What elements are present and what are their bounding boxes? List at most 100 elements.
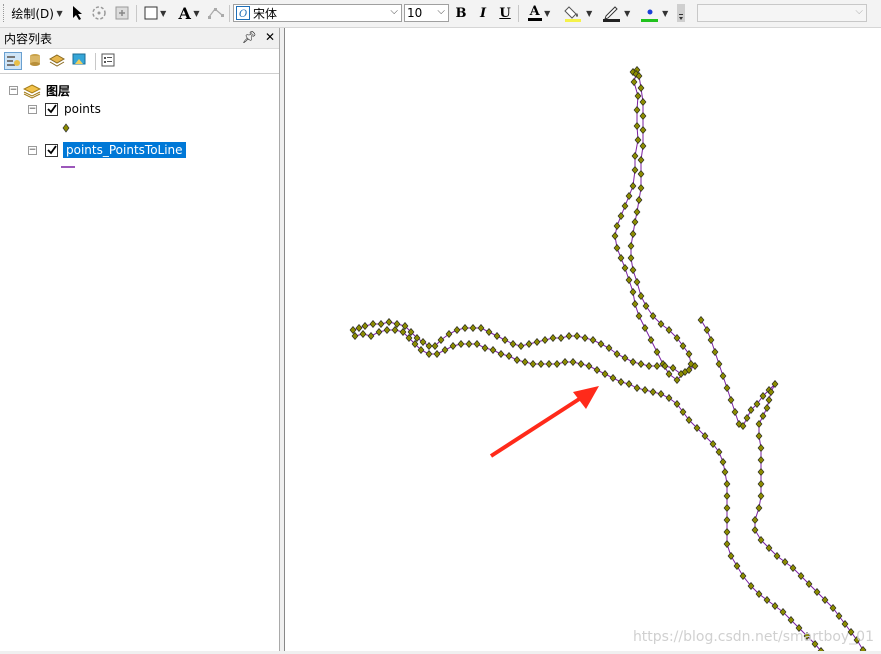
- point-feature[interactable]: [723, 504, 731, 512]
- point-feature[interactable]: [375, 328, 383, 336]
- point-feature[interactable]: [621, 264, 629, 272]
- point-feature[interactable]: [635, 312, 643, 320]
- point-feature[interactable]: [613, 350, 621, 358]
- point-feature[interactable]: [757, 468, 765, 476]
- point-feature[interactable]: [513, 356, 521, 364]
- point-feature[interactable]: [757, 456, 765, 464]
- point-feature[interactable]: [369, 320, 377, 328]
- point-feature[interactable]: [669, 364, 677, 372]
- point-feature[interactable]: [589, 336, 597, 344]
- point-feature[interactable]: [763, 404, 771, 412]
- point-feature[interactable]: [561, 358, 569, 366]
- list-by-drawing-order-button[interactable]: [4, 52, 22, 70]
- close-icon[interactable]: ✕: [265, 30, 275, 44]
- point-feature[interactable]: [633, 122, 641, 130]
- point-feature[interactable]: [613, 244, 621, 252]
- point-feature[interactable]: [573, 332, 581, 340]
- point-feature[interactable]: [497, 350, 505, 358]
- point-feature[interactable]: [537, 360, 545, 368]
- point-feature[interactable]: [751, 526, 759, 534]
- font-family-select[interactable]: O 宋体 ⌵: [233, 4, 402, 22]
- point-feature[interactable]: [617, 254, 625, 262]
- point-feature[interactable]: [609, 374, 617, 382]
- point-feature[interactable]: [541, 336, 549, 344]
- rotate-button[interactable]: [90, 3, 108, 23]
- point-feature[interactable]: [639, 112, 647, 120]
- point-feature[interactable]: [639, 142, 647, 150]
- list-by-visibility-button[interactable]: [48, 52, 67, 70]
- point-feature[interactable]: [383, 326, 391, 334]
- point-feature[interactable]: [723, 516, 731, 524]
- point-feature[interactable]: [665, 394, 673, 402]
- point-feature[interactable]: [525, 340, 533, 348]
- point-feature[interactable]: [481, 344, 489, 352]
- point-feature[interactable]: [493, 332, 501, 340]
- point-feature[interactable]: [631, 300, 639, 308]
- point-feature[interactable]: [367, 332, 375, 340]
- point-feature[interactable]: [733, 562, 741, 570]
- point-feature[interactable]: [763, 596, 771, 604]
- point-feature[interactable]: [433, 350, 441, 358]
- map-canvas[interactable]: [285, 28, 881, 654]
- point-feature[interactable]: [633, 106, 641, 114]
- fill-color-button[interactable]: ▼: [560, 3, 596, 23]
- point-feature[interactable]: [629, 182, 637, 190]
- point-feature[interactable]: [641, 324, 649, 332]
- point-feature[interactable]: [637, 156, 645, 164]
- point-feature[interactable]: [625, 380, 633, 388]
- options-button[interactable]: [100, 52, 118, 70]
- point-feature[interactable]: [457, 340, 465, 348]
- rectangle-tool-button[interactable]: ▼: [140, 3, 170, 23]
- layer-node-points-to-line[interactable]: − points_PointsToLine: [28, 142, 186, 158]
- point-feature[interactable]: [361, 322, 369, 330]
- point-feature[interactable]: [611, 232, 619, 240]
- point-feature[interactable]: [627, 242, 635, 250]
- layer-visibility-checkbox[interactable]: [45, 102, 58, 116]
- point-feature[interactable]: [377, 320, 385, 328]
- point-feature[interactable]: [633, 278, 641, 286]
- point-feature[interactable]: [545, 360, 553, 368]
- point-feature[interactable]: [631, 218, 639, 226]
- point-feature[interactable]: [501, 336, 509, 344]
- italic-button[interactable]: I: [475, 3, 491, 23]
- point-feature[interactable]: [629, 358, 637, 366]
- point-feature[interactable]: [477, 324, 485, 332]
- disabled-combo[interactable]: ⌵: [697, 4, 867, 22]
- point-feature[interactable]: [485, 328, 493, 336]
- point-feature[interactable]: [469, 324, 477, 332]
- point-feature[interactable]: [711, 348, 719, 356]
- point-feature[interactable]: [639, 98, 647, 106]
- point-feature[interactable]: [715, 360, 723, 368]
- point-feature[interactable]: [723, 480, 731, 488]
- point-feature[interactable]: [727, 396, 735, 404]
- point-feature[interactable]: [719, 372, 727, 380]
- point-feature[interactable]: [637, 360, 645, 368]
- toolbar-grip[interactable]: [3, 4, 7, 22]
- point-feature[interactable]: [597, 340, 605, 348]
- layer-name-selected[interactable]: points_PointsToLine: [63, 142, 186, 158]
- point-feature[interactable]: [465, 340, 473, 348]
- point-feature[interactable]: [751, 516, 759, 524]
- point-feature[interactable]: [665, 370, 673, 378]
- point-feature[interactable]: [565, 332, 573, 340]
- point-feature[interactable]: [635, 196, 643, 204]
- point-feature[interactable]: [631, 166, 639, 174]
- point-feature[interactable]: [765, 396, 773, 404]
- point-feature[interactable]: [629, 266, 637, 274]
- point-feature[interactable]: [759, 412, 767, 420]
- point-feature[interactable]: [419, 338, 427, 346]
- point-feature[interactable]: [629, 230, 637, 238]
- point-feature[interactable]: [723, 540, 731, 548]
- point-feature[interactable]: [621, 354, 629, 362]
- point-feature[interactable]: [385, 318, 393, 326]
- collapse-icon[interactable]: −: [9, 86, 18, 95]
- point-feature[interactable]: [771, 602, 779, 610]
- bold-button[interactable]: B: [453, 3, 469, 23]
- point-feature[interactable]: [633, 208, 641, 216]
- point-feature[interactable]: [605, 344, 613, 352]
- point-feature[interactable]: [601, 370, 609, 378]
- point-feature[interactable]: [707, 336, 715, 344]
- point-feature[interactable]: [757, 444, 765, 452]
- layers-root-node[interactable]: − 图层: [9, 82, 70, 99]
- point-feature[interactable]: [425, 342, 433, 350]
